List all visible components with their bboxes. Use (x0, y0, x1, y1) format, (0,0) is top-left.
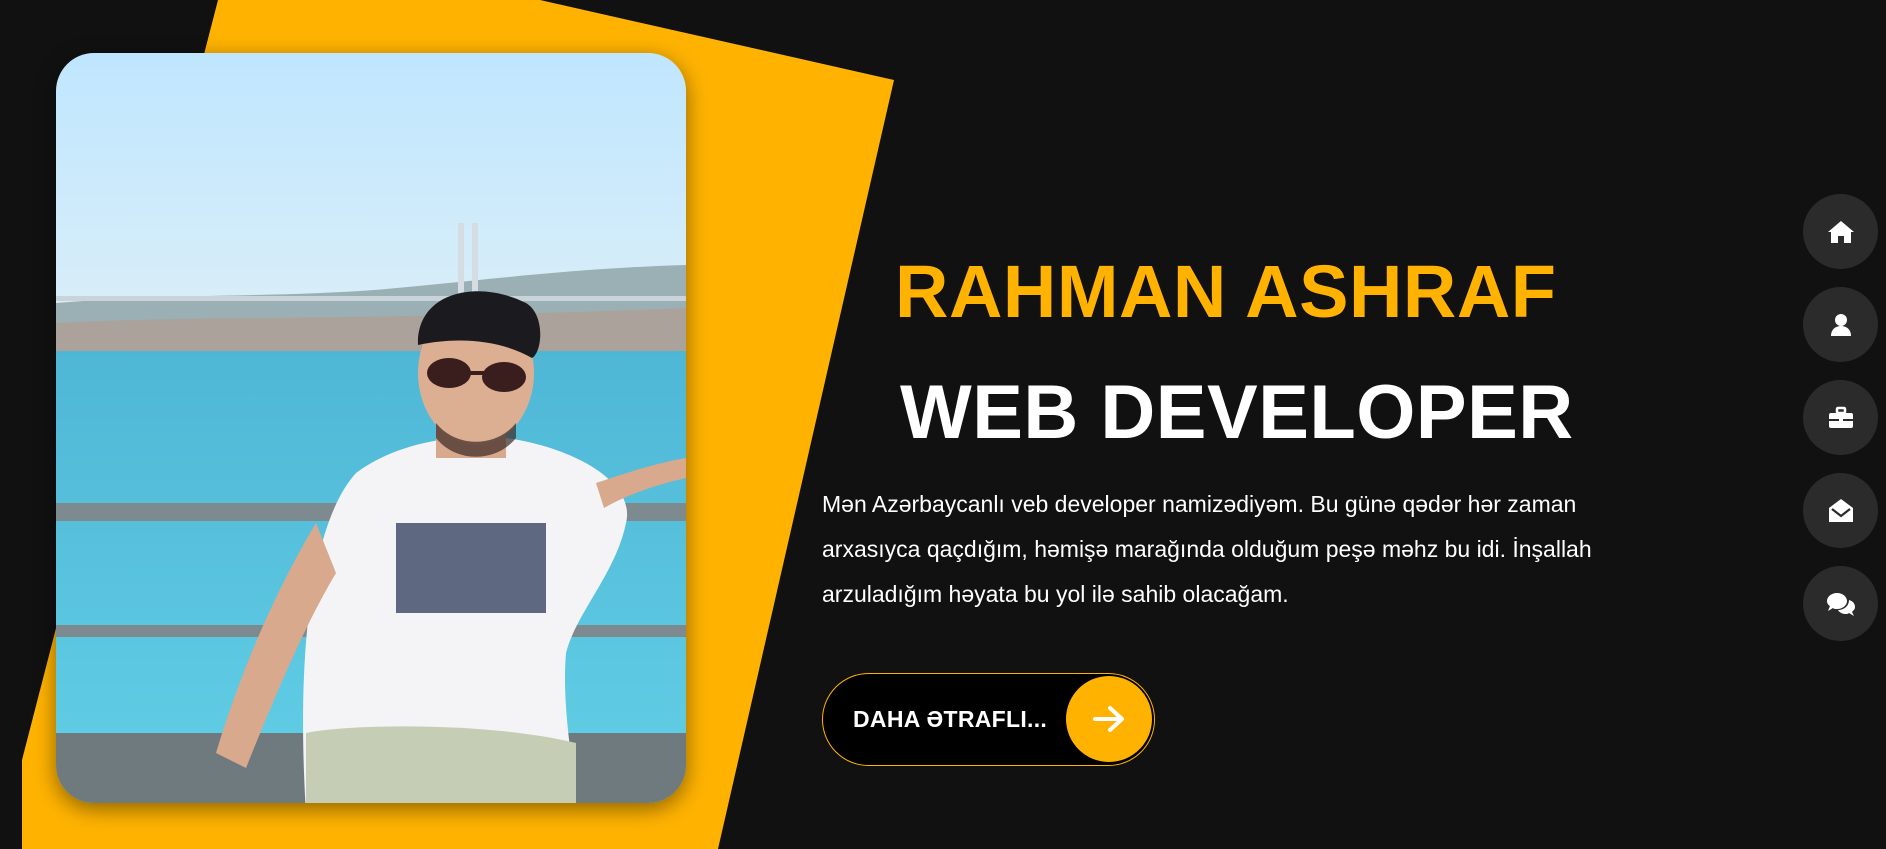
hero-bio: Mən Azərbaycanlı veb developer namizədiy… (822, 491, 1592, 607)
hero-name: RAHMAN ASHRAF (895, 250, 1557, 333)
briefcase-icon (1828, 406, 1853, 428)
profile-photo (56, 53, 686, 803)
nav-portfolio-button[interactable] (1803, 380, 1878, 455)
nav-home-button[interactable] (1803, 194, 1878, 269)
user-icon (1830, 313, 1851, 336)
more-info-button[interactable]: DAHA ƏTRAFLI... (822, 673, 1155, 766)
more-info-label: DAHA ƏTRAFLI... (853, 706, 1048, 732)
arrow-right-icon (1066, 676, 1152, 762)
nav-about-button[interactable] (1803, 287, 1878, 362)
home-icon (1827, 220, 1854, 243)
nav-contact-button[interactable] (1803, 473, 1878, 548)
nav-blog-button[interactable] (1803, 566, 1878, 641)
hero-role: WEB DEVELOPER (900, 370, 1574, 455)
comments-icon (1826, 592, 1855, 616)
envelope-open-icon (1828, 498, 1853, 522)
